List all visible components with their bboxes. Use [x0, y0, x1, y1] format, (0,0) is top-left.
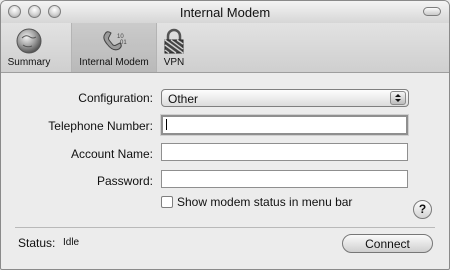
toolbar-item-summary[interactable]: Summary — [1, 23, 57, 72]
title-bar: Internal Modem — [1, 1, 449, 24]
status-value: Idle — [63, 237, 80, 248]
globe-icon — [16, 28, 42, 54]
svg-text:01: 01 — [120, 40, 127, 46]
show-modem-status-label[interactable]: Show modem status in menu bar — [177, 195, 352, 209]
configuration-label: Configuration: — [78, 91, 153, 105]
window-title: Internal Modem — [179, 5, 271, 20]
toolbar-item-label: VPN — [163, 57, 185, 68]
configuration-select[interactable]: Other — [161, 89, 409, 107]
configuration-value: Other — [168, 92, 199, 106]
status-label: Status: — [18, 236, 56, 250]
account-name-field[interactable] — [161, 143, 408, 161]
toolbar: Summary 10 01 Internal Modem VPN — [1, 23, 449, 73]
telephone-number-label: Telephone Number: — [48, 119, 153, 133]
toolbar-toggle-button[interactable] — [423, 7, 441, 16]
password-field[interactable] — [161, 170, 408, 188]
password-label: Password: — [96, 174, 153, 188]
text-cursor — [166, 119, 167, 130]
internet-connect-window: Internal Modem Summary 10 01 Internal Mo… — [0, 0, 450, 270]
connect-button[interactable]: Connect — [342, 234, 433, 253]
toolbar-item-vpn[interactable]: VPN — [159, 23, 189, 72]
phone-modem-icon: 10 01 — [103, 31, 127, 51]
divider — [15, 227, 435, 228]
help-button[interactable]: ? — [413, 200, 432, 219]
toolbar-item-label: Summary — [7, 57, 51, 68]
account-name-label: Account Name: — [70, 147, 153, 161]
toolbar-item-internal-modem[interactable]: 10 01 Internal Modem — [71, 23, 157, 72]
show-modem-status-checkbox[interactable] — [161, 196, 173, 208]
lock-icon — [164, 28, 184, 54]
toolbar-item-label: Internal Modem — [79, 57, 149, 68]
updown-arrows-icon — [390, 91, 406, 105]
telephone-number-field[interactable] — [161, 115, 408, 135]
